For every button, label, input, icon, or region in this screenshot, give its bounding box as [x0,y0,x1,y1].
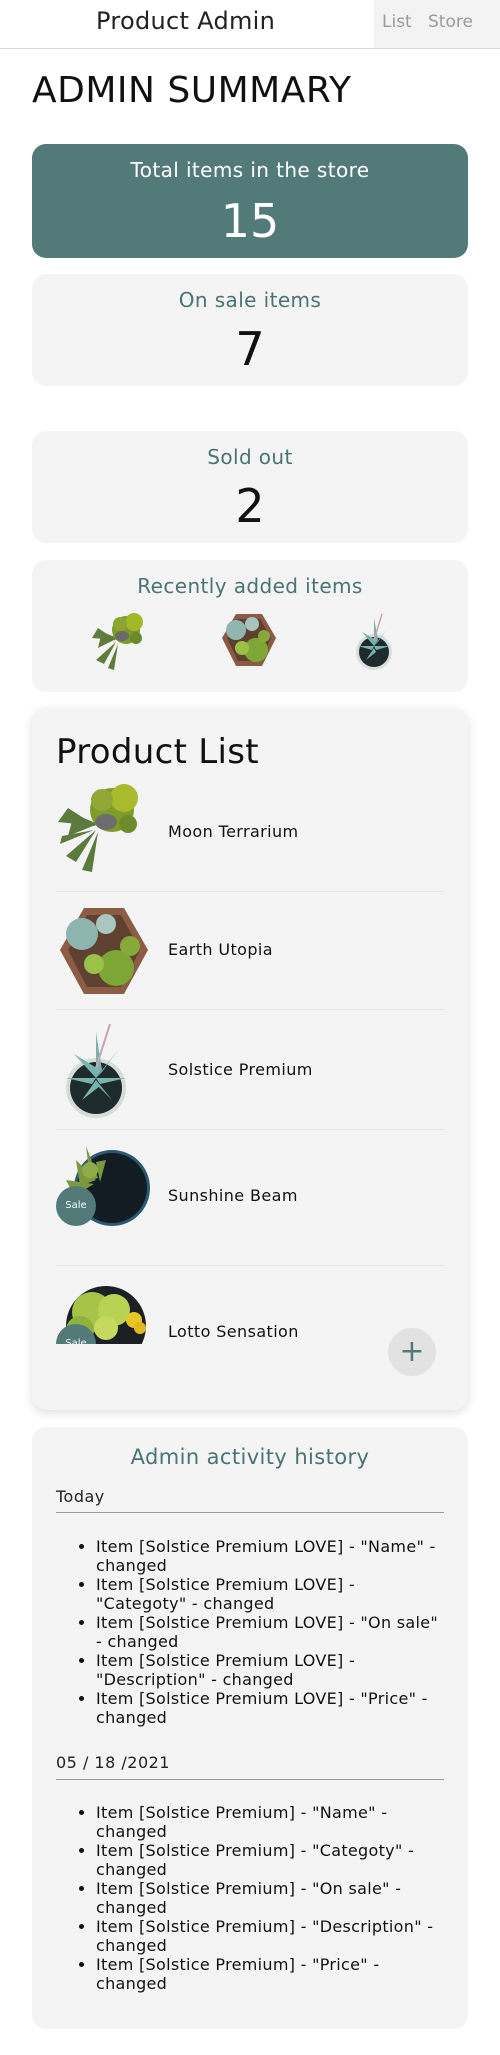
add-product-button[interactable]: + [388,1328,436,1376]
product-image [66,1023,126,1118]
list-item[interactable]: Solstice Premium [56,1010,444,1130]
sold-out-label: Sold out [207,445,293,469]
list-item: Item [Solstice Premium] - "Categoty" - c… [96,1841,448,1879]
recent-item-thumbnail[interactable] [218,610,280,672]
admin-activity-history: Admin activity history Today Item [Solst… [32,1427,468,2029]
total-items-card: Total items in the store 15 [32,144,468,258]
list-item[interactable]: Sale Sunshine Beam [56,1130,444,1266]
activity-list: Item [Solstice Premium] - "Name" - chang… [96,1803,448,1993]
sold-out-card: Sold out 2 [32,431,468,543]
total-items-label: Total items in the store [130,158,370,182]
recently-added-label: Recently added items [137,574,363,598]
recent-item-thumbnail[interactable] [90,608,148,672]
top-bar: Product Admin List Store [0,0,500,49]
product-list-title: Product List [56,732,259,772]
on-sale-label: On sale items [178,288,322,312]
product-name: Moon Terrarium [168,822,299,841]
list-item: Item [Solstice Premium] - "Name" - chang… [96,1803,448,1841]
activity-date-label: Today [56,1487,105,1506]
list-item: Item [Solstice Premium] - "Description" … [96,1917,448,1955]
activity-list: Item [Solstice Premium LOVE] - "Name" - … [96,1537,448,1727]
activity-date-label: 05 / 18 /2021 [56,1753,170,1772]
app-title: Product Admin [96,7,276,35]
product-list-scroll-area[interactable]: Moon Terrarium Earth Utopia Solstice Pre… [32,774,468,1344]
list-item: Item [Solstice Premium LOVE] - "On sale"… [96,1613,448,1651]
list-item: Item [Solstice Premium LOVE] - "Descript… [96,1651,448,1689]
recently-added-card: Recently added items [32,560,468,692]
list-item: Item [Solstice Premium LOVE] - "Name" - … [96,1537,448,1575]
recent-item-thumbnail[interactable] [352,610,396,672]
activity-title: Admin activity history [130,1445,370,1469]
sold-out-value: 2 [235,479,265,533]
list-item[interactable]: Moon Terrarium [56,774,444,892]
list-item: Item [Solstice Premium] - "Price" - chan… [96,1955,448,1993]
sale-badge: Sale [56,1186,96,1226]
nav-link-list[interactable]: List [382,12,412,32]
on-sale-value: 7 [235,322,265,376]
product-name: Sunshine Beam [168,1186,298,1205]
divider [56,1512,444,1513]
product-list-panel: Product List Moon Terrarium Earth Utopia… [32,708,468,1410]
product-name: Earth Utopia [168,940,273,959]
product-image [60,908,148,994]
list-item: Item [Solstice Premium] - "On sale" - ch… [96,1879,448,1917]
product-image [58,784,138,872]
divider [56,1779,444,1780]
on-sale-card: On sale items 7 [32,274,468,386]
list-item: Item [Solstice Premium LOVE] - "Categoty… [96,1575,448,1613]
list-item[interactable]: Earth Utopia [56,892,444,1010]
total-items-value: 15 [220,194,280,248]
list-item[interactable]: Sale Lotto Sensation [56,1266,444,1344]
nav-link-store[interactable]: Store [428,12,473,32]
product-name: Lotto Sensation [168,1322,299,1341]
page-title: ADMIN SUMMARY [32,70,352,111]
nav-group: List Store [374,0,500,48]
product-name: Solstice Premium [168,1060,313,1079]
list-item: Item [Solstice Premium LOVE] - "Price" -… [96,1689,448,1727]
